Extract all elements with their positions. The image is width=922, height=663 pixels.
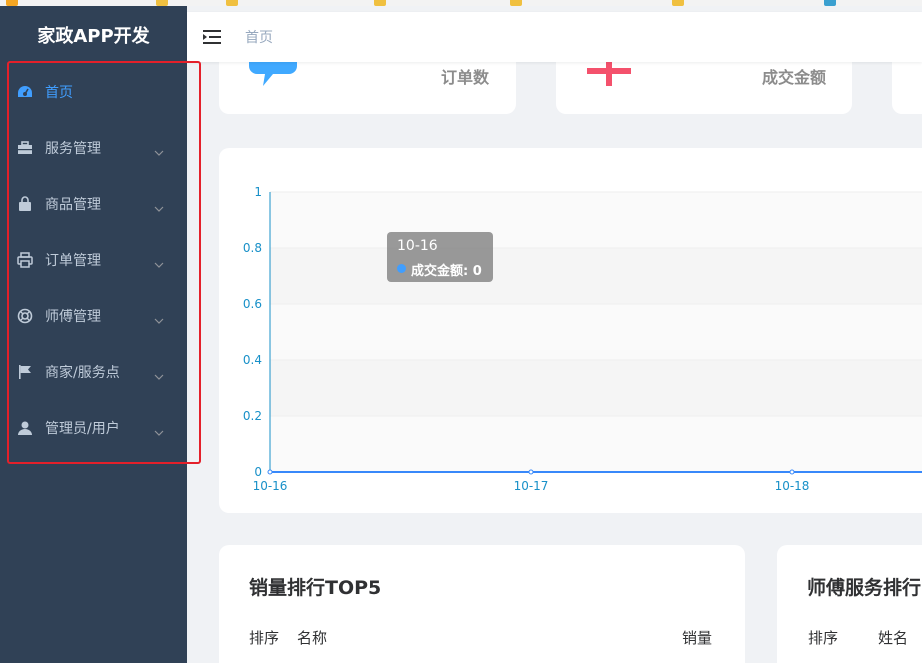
data-point: [267, 469, 273, 475]
briefcase-icon: [16, 139, 34, 157]
breadcrumb[interactable]: 首页: [245, 27, 273, 47]
sidebar-item-label: 管理员/用户: [45, 421, 120, 437]
x-tick-label: 10-16: [253, 479, 288, 493]
chevron-down-icon: [154, 141, 164, 160]
chart-canvas: 0 0.2 0.4 0.6 0.8 1 10-16 10-17 10-18: [243, 185, 922, 493]
chart-tooltip: 10-16 成交金额: 0: [387, 232, 493, 282]
sales-line-chart: 0 0.2 0.4 0.6 0.8 1 10-16 10-17 10-18 10-16 成交金额…: [219, 148, 922, 513]
bookmark-site-icon[interactable]: [824, 0, 836, 6]
sidebar: 家政APP开发 首页 服务管理 商品管理 订单管理 师傅管理 商家/服务点 管理…: [0, 6, 187, 663]
data-point: [789, 469, 795, 475]
app-logo: 家政APP开发: [0, 6, 187, 64]
tooltip-value: 0: [472, 264, 482, 279]
lifebuoy-icon: [16, 307, 34, 325]
bookmark-folder-icon[interactable]: [510, 0, 522, 6]
y-tick-label: 0.8: [243, 241, 262, 255]
x-tick-label: 10-17: [514, 479, 549, 493]
flag-icon: [16, 363, 34, 381]
app-title: 家政APP开发: [37, 26, 150, 47]
y-tick-label: 1: [254, 185, 262, 199]
chart-split-area: [270, 192, 922, 248]
sidebar-item-label: 商品管理: [45, 197, 101, 213]
ranking-col-rank: 排序: [249, 629, 280, 647]
y-tick-label: 0.4: [243, 353, 262, 367]
shopping-bag-icon: [16, 195, 34, 213]
ranking-col-name: 名称: [297, 629, 328, 647]
chart-split-area: [270, 304, 922, 360]
stat-label: 成交金额: [762, 68, 827, 87]
tooltip-title: 10-16: [397, 238, 438, 254]
tooltip-row: 成交金额: 0: [411, 264, 482, 279]
x-tick-label: 10-18: [775, 479, 810, 493]
sidebar-item-home[interactable]: 首页: [0, 64, 187, 120]
chevron-down-icon: [154, 253, 164, 272]
printer-icon: [16, 251, 34, 269]
chart-split-area: [270, 248, 922, 304]
master-col-name: 姓名: [878, 629, 909, 647]
sidebar-item-label: 首页: [45, 85, 73, 101]
chart-split-area: [270, 360, 922, 416]
chart-split-area: [270, 416, 922, 472]
master-col-rank: 排序: [808, 629, 839, 647]
sidebar-item-masters[interactable]: 师傅管理: [0, 288, 187, 344]
user-icon: [16, 419, 34, 437]
chevron-down-icon: [154, 197, 164, 216]
sidebar-item-label: 师傅管理: [45, 309, 101, 325]
sidebar-item-label: 订单管理: [45, 253, 101, 269]
sidebar-menu: 首页 服务管理 商品管理 订单管理 师傅管理 商家/服务点 管理员/用户: [0, 64, 187, 456]
bookmark-folder-icon[interactable]: [374, 0, 386, 6]
ranking-col-sales: 销量: [682, 629, 713, 647]
y-tick-label: 0.6: [243, 297, 262, 311]
hamburger-icon[interactable]: [203, 28, 221, 46]
master-ranking-title: 师傅服务排行: [807, 577, 922, 599]
data-point: [528, 469, 534, 475]
tooltip-series-name: 成交金额: [411, 264, 464, 279]
top-navbar: 首页: [187, 12, 922, 62]
sidebar-item-merchants[interactable]: 商家/服务点: [0, 344, 187, 400]
stat-label: 订单数: [441, 68, 490, 87]
tooltip-series-dot: [397, 264, 406, 273]
sidebar-item-services[interactable]: 服务管理: [0, 120, 187, 176]
bookmark-folder-icon[interactable]: [226, 0, 238, 6]
ranking-title: 销量排行TOP5: [249, 577, 382, 599]
sidebar-item-orders[interactable]: 订单管理: [0, 232, 187, 288]
bookmark-folder-icon[interactable]: [672, 0, 684, 6]
sidebar-item-label: 服务管理: [45, 141, 101, 157]
sidebar-item-goods[interactable]: 商品管理: [0, 176, 187, 232]
sidebar-item-label: 商家/服务点: [45, 365, 120, 381]
dashboard-icon: [16, 83, 34, 101]
sidebar-item-admin-users[interactable]: 管理员/用户: [0, 400, 187, 456]
chevron-down-icon: [154, 365, 164, 384]
chevron-down-icon: [154, 309, 164, 328]
sales-ranking-card: 销量排行TOP5 排序 名称 销量: [219, 545, 745, 663]
master-ranking-card: 师傅服务排行 排序 姓名: [777, 545, 922, 663]
y-tick-label: 0: [254, 465, 262, 479]
y-tick-label: 0.2: [243, 409, 262, 423]
chevron-down-icon: [154, 421, 164, 440]
